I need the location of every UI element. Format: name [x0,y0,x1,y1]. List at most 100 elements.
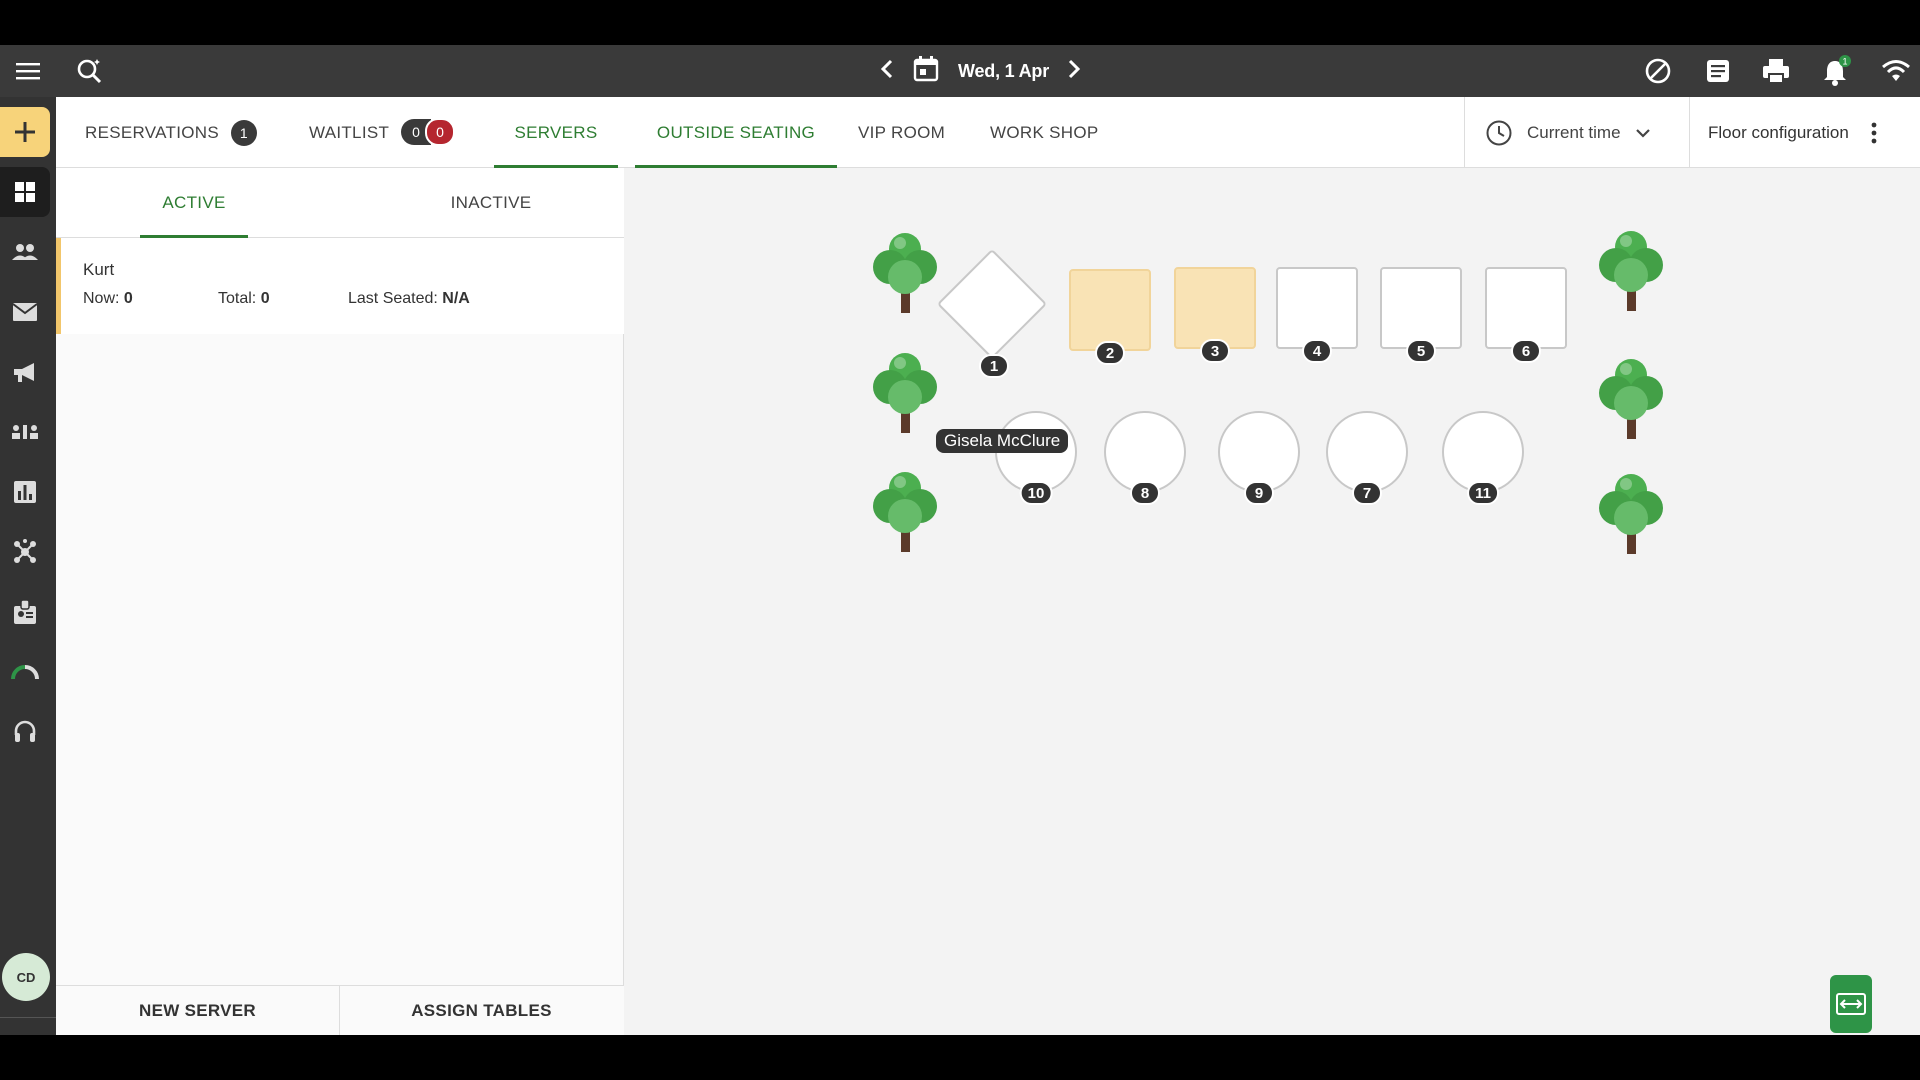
floor-area: OUTSIDE SEATING VIP ROOM WORK SHOP Curre… [624,97,1920,1035]
current-date[interactable]: Wed, 1 Apr [958,61,1049,82]
server-total-value: 0 [260,290,270,307]
server-now-value: 0 [123,290,133,307]
headset-icon[interactable] [0,707,50,757]
tab-waitlist[interactable]: WAITLIST 0 0 [309,97,456,168]
top-bar: Wed, 1 Apr 1 [0,45,1920,97]
floor-configuration-button[interactable]: Floor configuration [1689,97,1920,168]
table-7-number: 7 [1352,481,1382,505]
tab-active-label: ACTIVE [162,193,226,212]
tree-icon [1599,231,1663,311]
tab-inactive[interactable]: INACTIVE [436,168,546,238]
server-last-seated: Last Seated: N/A [348,290,470,308]
table-6[interactable] [1485,267,1567,349]
notification-count: 1 [1842,57,1847,67]
tab-inactive-label: INACTIVE [450,193,532,212]
waitlist-count-badge: 0 0 [401,118,456,146]
server-total: Total: 0 [218,290,270,308]
floor-plan-icon[interactable] [0,167,50,217]
date-navigator: Wed, 1 Apr [880,45,1081,97]
tree-icon [873,472,937,552]
left-panel: RESERVATIONS 1 WAITLIST 0 0 SERVERS ACTI… [56,97,624,1035]
guest-tooltip: Gisela McClure [936,429,1069,453]
more-vert-icon[interactable] [1871,122,1877,144]
staff-icon[interactable] [0,587,50,637]
table-2[interactable] [1069,269,1151,351]
table-9-number: 9 [1244,481,1274,505]
table-10-number: 10 [1019,481,1053,505]
server-last-value: N/A [442,290,470,307]
chevron-left-icon[interactable] [880,59,894,84]
table-3[interactable] [1174,267,1256,349]
tree-icon [873,233,937,313]
server-name: Kurt [83,260,115,279]
table-11-number: 11 [1467,481,1499,505]
room-tab-bar: OUTSIDE SEATING VIP ROOM WORK SHOP Curre… [624,97,1920,168]
tab-servers-label: SERVERS [514,122,598,142]
integrations-icon[interactable] [0,527,50,577]
clock-icon [1486,120,1512,145]
time-label: Current time [1527,122,1621,142]
tree-icon [1599,474,1663,554]
notes-icon[interactable] [1700,45,1736,97]
server-status-tabs: ACTIVE INACTIVE [56,168,624,238]
block-icon[interactable] [1640,45,1676,97]
megaphone-icon[interactable] [0,347,50,397]
floor-configuration-label: Floor configuration [1708,122,1849,142]
table-1-number: 1 [979,354,1009,378]
server-last-label: Last Seated: [348,290,438,307]
tree-icon [873,353,937,433]
server-now: Now: 0 [83,290,133,308]
fit-width-icon [1836,993,1866,1015]
server-total-label: Total: [218,290,257,307]
nav-rail: CD eat [0,97,56,1035]
app-frame: Wed, 1 Apr 1 CD RESERVATIONS 1 WAITLIST … [0,45,1920,1035]
tab-active[interactable]: ACTIVE [140,168,248,238]
table-5[interactable] [1380,267,1462,349]
server-card[interactable]: Kurt Now: 0 Total: 0 Last Seated: N/A [56,238,624,334]
time-selector[interactable]: Current time [1464,97,1689,168]
tree-icon [1599,359,1663,439]
bell-icon[interactable]: 1 [1818,45,1854,97]
seating-icon[interactable] [0,407,50,457]
tab-waitlist-label: WAITLIST [309,122,390,142]
add-button[interactable] [0,107,50,157]
table-8-number: 8 [1130,481,1160,505]
chevron-down-icon [1635,128,1650,138]
tab-servers[interactable]: SERVERS [494,97,618,168]
table-6-number: 6 [1511,339,1541,363]
left-tab-bar: RESERVATIONS 1 WAITLIST 0 0 SERVERS [56,97,624,168]
waitlist-count-b: 0 [425,118,456,146]
app-logo: eat [2,1029,52,1035]
table-3-number: 3 [1200,339,1230,363]
tab-work-shop-label: WORK SHOP [990,122,1099,142]
calendar-icon[interactable] [912,55,940,88]
chevron-right-icon[interactable] [1067,59,1081,84]
tab-vip-room-label: VIP ROOM [858,122,946,142]
assign-tables-button[interactable]: ASSIGN TABLES [340,986,623,1035]
rail-divider [0,1017,56,1018]
server-now-label: Now: [83,290,120,307]
tab-reservations-label: RESERVATIONS [85,122,219,142]
tab-underline [635,165,837,168]
table-4-number: 4 [1302,339,1332,363]
search-icon[interactable] [72,45,108,97]
print-icon[interactable] [1758,45,1794,97]
reservations-count-badge: 1 [230,119,257,146]
new-server-button[interactable]: NEW SERVER [56,986,339,1035]
menu-icon[interactable] [10,45,46,97]
gauge-icon[interactable] [0,647,50,697]
mail-icon[interactable] [0,287,50,337]
table-2-number: 2 [1095,341,1125,365]
wifi-icon [1876,45,1916,97]
reports-icon[interactable] [0,467,50,517]
avatar[interactable]: CD [2,953,50,1001]
tab-work-shop[interactable]: WORK SHOP [990,97,1099,168]
left-footer: NEW SERVER ASSIGN TABLES [56,985,624,1035]
guests-icon[interactable] [0,227,50,277]
tab-outside-seating[interactable]: OUTSIDE SEATING [635,97,837,168]
tab-vip-room[interactable]: VIP ROOM [858,97,945,168]
fit-to-screen-button[interactable] [1830,975,1872,1033]
table-4[interactable] [1276,267,1358,349]
tab-reservations[interactable]: RESERVATIONS 1 [85,97,257,168]
table-5-number: 5 [1406,339,1436,363]
